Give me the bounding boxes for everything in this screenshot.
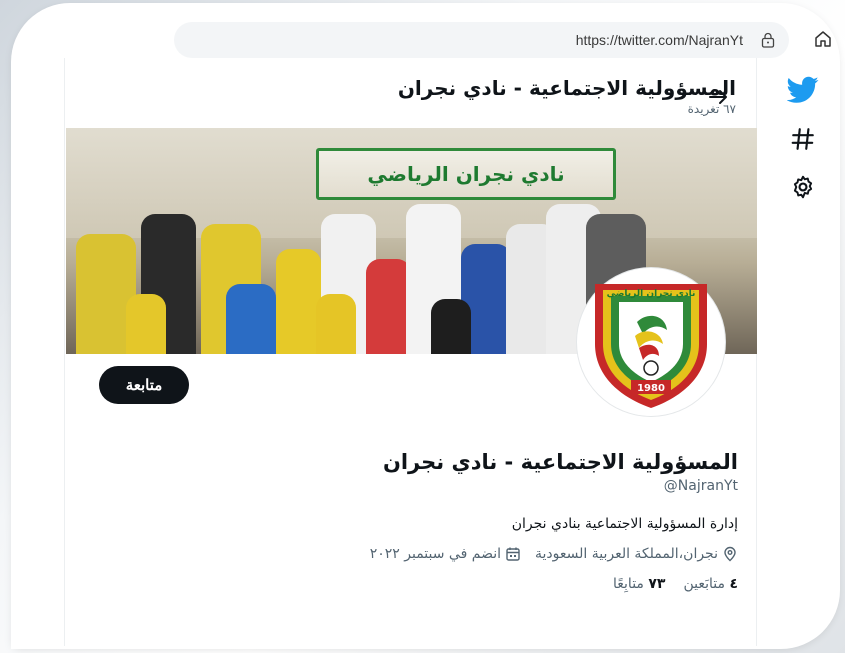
location-icon — [724, 546, 736, 562]
following-count: ٤ — [729, 576, 738, 592]
following-link[interactable]: ٤ متابَعين — [683, 576, 738, 592]
profile-stats: ٤ متابَعين ٧٣ متابِعًا — [98, 576, 738, 592]
crest-year: 1980 — [637, 383, 665, 394]
followers-link[interactable]: ٧٣ متابِعًا — [613, 576, 665, 592]
avatar[interactable]: 1980 نادي نجران الرياضي — [577, 268, 725, 416]
profile-column: المسؤولية الاجتماعية - نادي نجران ٦٧ تغر… — [64, 58, 757, 646]
header-title: المسؤولية الاجتماعية - نادي نجران — [397, 76, 736, 100]
twitter-sidebar — [778, 76, 828, 222]
crest-club-name: نادي نجران الرياضي — [607, 289, 696, 299]
browser-window: https://twitter.com/NajranYt المسؤولية ا… — [14, 6, 837, 646]
followers-label: متابِعًا — [613, 576, 644, 592]
joined-item: انضم في سبتمبر ٢٠٢٢ — [370, 546, 521, 562]
calendar-icon — [506, 547, 520, 561]
profile-header: المسؤولية الاجتماعية - نادي نجران ٦٧ تغر… — [398, 76, 736, 116]
club-crest-icon: 1980 نادي نجران الرياضي — [595, 284, 707, 408]
profile-info: المسؤولية الاجتماعية - نادي نجران @Najra… — [98, 450, 738, 592]
location-text: نجران،المملكة العربية السعودية — [535, 546, 718, 562]
home-icon[interactable] — [814, 30, 832, 48]
address-bar[interactable]: https://twitter.com/NajranYt — [174, 22, 789, 58]
settings-icon[interactable] — [790, 174, 816, 200]
banner-sign: نادي نجران الرياضي — [316, 148, 616, 200]
url-text[interactable]: https://twitter.com/NajranYt — [576, 32, 743, 48]
profile-bio: إدارة المسؤولية الاجتماعية بنادي نجران — [511, 516, 738, 532]
profile-name: المسؤولية الاجتماعية - نادي نجران — [382, 450, 738, 474]
following-label: متابَعين — [683, 576, 725, 592]
follow-button[interactable]: متابعة — [99, 366, 189, 404]
joined-text: انضم في سبتمبر ٢٠٢٢ — [369, 546, 501, 562]
profile-meta: نجران،المملكة العربية السعودية انضم في س… — [98, 546, 738, 562]
lock-icon[interactable] — [761, 32, 775, 48]
twitter-logo-icon[interactable] — [787, 76, 819, 104]
hashtag-icon[interactable] — [790, 126, 816, 152]
profile-handle: @NajranYt — [663, 478, 738, 494]
followers-count: ٧٣ — [648, 576, 666, 592]
tweet-count: ٦٧ تغريدة — [687, 102, 736, 116]
location-item: نجران،المملكة العربية السعودية — [535, 546, 738, 562]
